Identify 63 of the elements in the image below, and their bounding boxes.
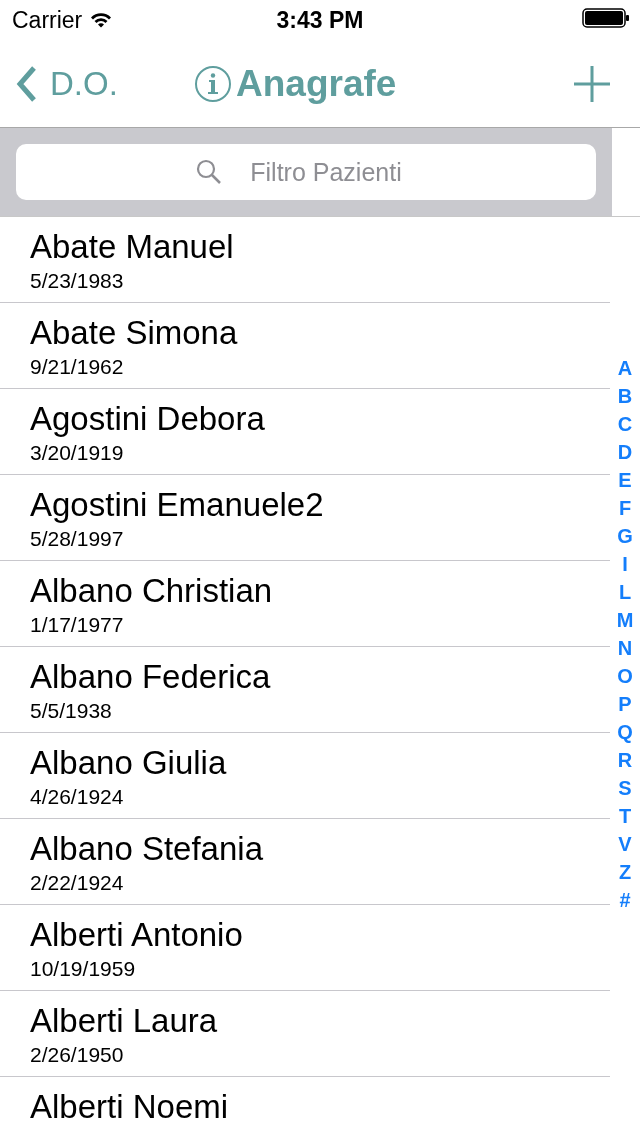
index-letter[interactable]: O — [617, 662, 633, 690]
patient-name: Albano Giulia — [30, 743, 228, 783]
patient-row[interactable]: Abate Simona 9/21/1962 — [0, 303, 610, 389]
birth-date: 10/19/1959 — [30, 956, 137, 982]
patient-row[interactable]: Albano Stefania 2/22/1924 — [0, 819, 610, 905]
patient-row[interactable]: Alberti Laura 2/26/1950 — [0, 991, 610, 1077]
patient-row[interactable]: Abate Manuel 5/23/1983 — [0, 217, 610, 303]
birth-date: 5/28/1997 — [30, 526, 125, 552]
patient-name: Abate Manuel — [30, 227, 235, 267]
index-letter[interactable]: E — [618, 466, 632, 494]
patient-row[interactable]: Alberti Antonio 10/19/1959 — [0, 905, 610, 991]
index-letter[interactable]: V — [618, 830, 632, 858]
index-letter[interactable]: F — [618, 494, 632, 522]
patient-row[interactable]: Agostini Debora 3/20/1919 — [0, 389, 610, 475]
search-icon — [196, 159, 222, 185]
index-letter[interactable]: N — [617, 634, 633, 662]
carrier-name: Carrier — [12, 6, 83, 34]
back-button[interactable]: D.O. — [16, 64, 118, 103]
info-icon[interactable] — [194, 64, 232, 103]
index-letter[interactable]: I — [622, 550, 628, 578]
index-letter[interactable]: D — [617, 438, 633, 466]
patient-name: Albano Federica — [30, 657, 272, 697]
birth-date: 1/17/1977 — [30, 612, 125, 638]
index-letter[interactable]: B — [617, 382, 633, 410]
wifi-icon — [90, 12, 113, 28]
index-letter[interactable]: Q — [617, 718, 633, 746]
patient-row[interactable]: Albano Christian 1/17/1977 — [0, 561, 610, 647]
index-letter[interactable]: A — [617, 354, 633, 382]
index-letter[interactable]: G — [617, 522, 633, 550]
birth-date: 5/5/1938 — [30, 698, 113, 724]
birth-date: 4/26/1924 — [30, 784, 125, 810]
index-letter[interactable]: P — [618, 690, 632, 718]
index-letter[interactable]: Z — [618, 858, 632, 886]
index-letter[interactable]: C — [617, 410, 633, 438]
status-time: 3:43 PM — [276, 6, 364, 34]
patient-name: Albano Christian — [30, 571, 274, 611]
birth-date: 5/23/1983 — [30, 268, 125, 294]
search-field[interactable]: Filtro Pazienti — [16, 144, 596, 200]
patient-name: Abate Simona — [30, 313, 239, 353]
index-letter[interactable]: M — [616, 606, 634, 634]
birth-date: 3/20/1919 — [30, 440, 125, 466]
patient-name: Agostini Emanuele2 — [30, 485, 325, 525]
nav-title: Anagrafe — [236, 62, 397, 105]
patient-row[interactable]: Albano Federica 5/5/1938 — [0, 647, 610, 733]
birth-date: 9/21/1962 — [30, 354, 125, 380]
patient-row[interactable]: Albano Giulia 4/26/1924 — [0, 733, 610, 819]
index-letter[interactable]: # — [619, 886, 631, 914]
birth-date: 2/26/1950 — [30, 1042, 125, 1068]
patient-name: Agostini Debora — [30, 399, 266, 439]
index-letter[interactable]: R — [617, 746, 633, 774]
index-letter[interactable]: S — [618, 774, 632, 802]
add-icon[interactable] — [574, 65, 610, 102]
patient-row[interactable]: Agostini Emanuele2 5/28/1997 — [0, 475, 610, 561]
index-letter[interactable]: L — [618, 578, 632, 606]
birth-date: 2/22/1924 — [30, 870, 125, 896]
patient-name: Alberti Noemi — [30, 1087, 230, 1127]
patient-name: Albano Stefania — [30, 829, 264, 869]
chevron-icon — [16, 64, 38, 103]
patient-row[interactable]: Alberti Noemi — [0, 1077, 610, 1136]
patient-name: Alberti Laura — [30, 1001, 219, 1041]
patient-name: Alberti Antonio — [30, 915, 244, 955]
battery-icon — [582, 7, 630, 28]
index-letter[interactable]: T — [618, 802, 632, 830]
